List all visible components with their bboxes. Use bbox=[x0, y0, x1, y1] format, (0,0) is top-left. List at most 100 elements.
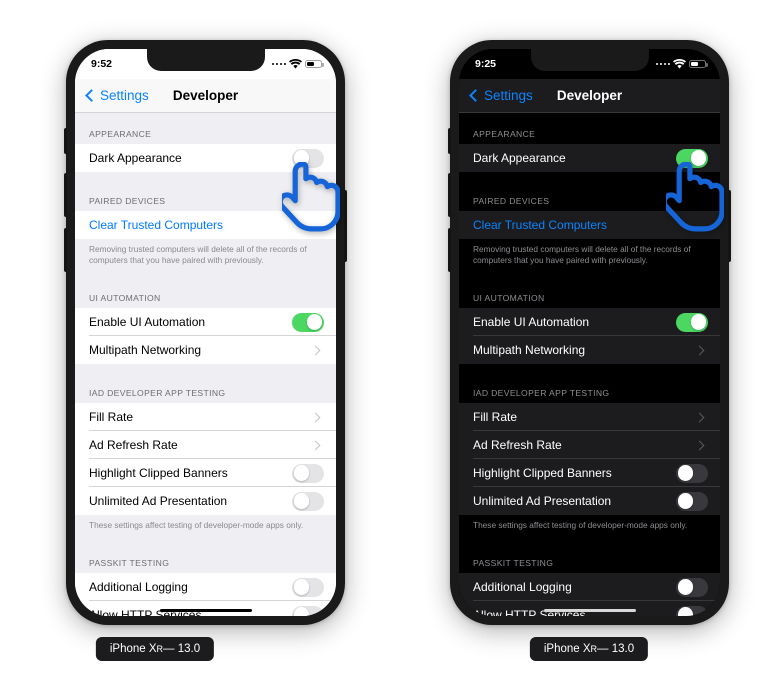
toggle-knob bbox=[306, 314, 323, 330]
settings-row[interactable]: Multipath Networking bbox=[459, 336, 720, 364]
section-gap bbox=[459, 113, 720, 129]
section-gap bbox=[75, 364, 336, 388]
toggle-switch[interactable] bbox=[292, 491, 324, 511]
battery-fill bbox=[691, 62, 699, 66]
toggle-switch[interactable] bbox=[676, 605, 708, 616]
settings-row[interactable]: Additional Logging bbox=[75, 573, 336, 601]
section-group: Enable UI Automation Multipath Networking bbox=[459, 308, 720, 364]
home-indicator[interactable] bbox=[543, 608, 636, 612]
caption-suffix: — 13.0 bbox=[163, 643, 201, 655]
battery-fill bbox=[307, 62, 315, 66]
toggle-switch[interactable] bbox=[676, 148, 708, 168]
section-footnote: Removing trusted computers will delete a… bbox=[75, 239, 336, 269]
settings-table[interactable]: APPEARANCE Dark Appearance PAIRED DEVICES C… bbox=[459, 113, 720, 616]
section-gap bbox=[459, 364, 720, 388]
voldn-button[interactable] bbox=[448, 228, 451, 272]
toggle-switch[interactable] bbox=[292, 577, 324, 597]
settings-row-label: Dark Appearance bbox=[473, 151, 566, 165]
settings-row-label: Multipath Networking bbox=[473, 343, 586, 357]
power-button[interactable] bbox=[728, 190, 731, 262]
settings-table[interactable]: APPEARANCE Dark Appearance PAIRED DEVICES C… bbox=[75, 113, 336, 616]
settings-row-label: Additional Logging bbox=[473, 580, 572, 594]
settings-row[interactable]: Additional Logging bbox=[459, 573, 720, 601]
toggle-switch[interactable] bbox=[292, 463, 324, 483]
status-time: 9:52 bbox=[91, 58, 113, 70]
toggle-switch[interactable] bbox=[676, 577, 708, 597]
silence-button[interactable] bbox=[64, 128, 67, 154]
silence-button[interactable] bbox=[448, 128, 451, 154]
toggle-knob bbox=[293, 465, 310, 481]
settings-row[interactable]: Fill Rate bbox=[459, 403, 720, 431]
settings-row[interactable]: Ad Refresh Rate bbox=[459, 431, 720, 459]
nav-bar: Settings Developer bbox=[459, 79, 720, 113]
toggle-switch[interactable] bbox=[292, 605, 324, 616]
section-group: Enable UI Automation Multipath Networking bbox=[75, 308, 336, 364]
back-button-label: Settings bbox=[100, 88, 149, 103]
toggle-switch[interactable] bbox=[676, 312, 708, 332]
volup-button[interactable] bbox=[64, 173, 67, 217]
settings-row[interactable]: Highlight Clipped Banners bbox=[459, 459, 720, 487]
phone-screen: 9:52 Settings Developer APPEARANCE Dark Appe… bbox=[75, 49, 336, 616]
settings-row-label: Ad Refresh Rate bbox=[89, 438, 178, 452]
section-gap bbox=[459, 269, 720, 293]
chevron-left-icon bbox=[85, 89, 98, 102]
chevron-left-icon bbox=[469, 89, 482, 102]
settings-row[interactable]: Ad Refresh Rate bbox=[75, 431, 336, 459]
settings-row-label: Dark Appearance bbox=[89, 151, 182, 165]
settings-row[interactable]: Unlimited Ad Presentation bbox=[75, 487, 336, 515]
back-button[interactable]: Settings bbox=[85, 88, 149, 103]
caption-suffix: — 13.0 bbox=[597, 643, 635, 655]
section-group: Clear Trusted Computers bbox=[75, 211, 336, 239]
settings-row-label: Clear Trusted Computers bbox=[473, 218, 608, 232]
status-indicators bbox=[655, 59, 708, 69]
section-group: Fill Rate Ad Refresh Rate Highlight Clippe… bbox=[75, 403, 336, 515]
settings-row[interactable]: Unlimited Ad Presentation bbox=[459, 487, 720, 515]
section-header: IAD DEVELOPER APP TESTING bbox=[89, 388, 226, 398]
section-header: PASSKIT TESTING bbox=[89, 558, 170, 568]
volup-button[interactable] bbox=[448, 173, 451, 217]
settings-row[interactable]: Highlight Clipped Banners bbox=[75, 459, 336, 487]
settings-row-label: Unlimited Ad Presentation bbox=[89, 494, 228, 508]
settings-row-label: Unlimited Ad Presentation bbox=[473, 494, 612, 508]
section-footnote: Removing trusted computers will delete a… bbox=[459, 239, 720, 269]
section-footnote: These settings affect testing of develop… bbox=[459, 515, 720, 534]
settings-row[interactable]: Clear Trusted Computers bbox=[459, 211, 720, 239]
voldn-button[interactable] bbox=[64, 228, 67, 272]
section-header: PAIRED DEVICES bbox=[473, 196, 550, 206]
device-caption-light: iPhone XR — 13.0 bbox=[95, 637, 215, 661]
section-group: Dark Appearance bbox=[459, 144, 720, 172]
status-time: 9:25 bbox=[475, 58, 497, 70]
settings-row[interactable]: Fill Rate bbox=[75, 403, 336, 431]
settings-row[interactable]: Enable UI Automation bbox=[75, 308, 336, 336]
toggle-knob bbox=[690, 314, 707, 330]
toggle-knob bbox=[293, 150, 310, 166]
settings-row[interactable]: Dark Appearance bbox=[459, 144, 720, 172]
settings-row[interactable]: Clear Trusted Computers bbox=[75, 211, 336, 239]
toggle-switch[interactable] bbox=[676, 491, 708, 511]
settings-row[interactable]: Dark Appearance bbox=[75, 144, 336, 172]
caption-prefix: iPhone X bbox=[109, 643, 157, 655]
settings-row[interactable]: Multipath Networking bbox=[75, 336, 336, 364]
screenshot-canvas: 9:52 Settings Developer APPEARANCE Dark Appe… bbox=[0, 0, 782, 700]
settings-row-label: Enable UI Automation bbox=[89, 315, 206, 329]
settings-row[interactable]: Enable UI Automation bbox=[459, 308, 720, 336]
back-button[interactable]: Settings bbox=[469, 88, 533, 103]
battery-icon bbox=[305, 59, 324, 69]
section-gap bbox=[75, 534, 336, 558]
wifi-icon bbox=[289, 59, 302, 69]
settings-row-label: Ad Refresh Rate bbox=[473, 438, 562, 452]
power-button[interactable] bbox=[344, 190, 347, 262]
section-header: PASSKIT TESTING bbox=[473, 558, 554, 568]
section-footnote: These settings affect testing of develop… bbox=[75, 515, 336, 534]
toggle-switch[interactable] bbox=[676, 463, 708, 483]
section-gap bbox=[459, 534, 720, 558]
section-header: UI AUTOMATION bbox=[89, 293, 161, 303]
battery-icon bbox=[689, 59, 708, 69]
section-gap bbox=[75, 113, 336, 129]
device-light: 9:52 Settings Developer APPEARANCE Dark Appe… bbox=[64, 40, 347, 625]
home-indicator[interactable] bbox=[159, 608, 252, 612]
signal-dots-icon bbox=[271, 62, 286, 66]
toggle-switch[interactable] bbox=[292, 148, 324, 168]
toggle-switch[interactable] bbox=[292, 312, 324, 332]
chevron-right-icon bbox=[694, 440, 705, 450]
